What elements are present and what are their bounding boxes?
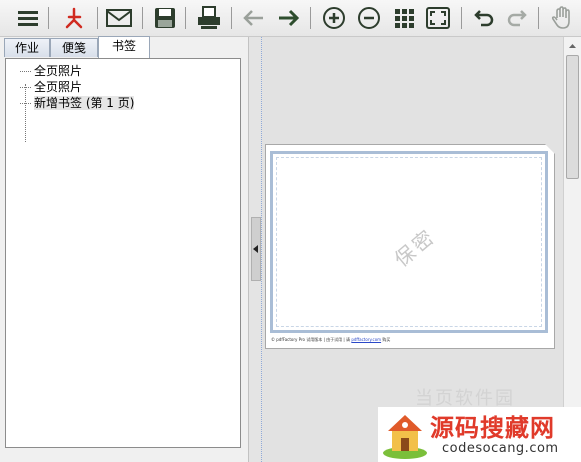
bookmark-tree: 全页照片 全页照片 新增书签 (第 1 页) [5,58,241,448]
footer-text: © pdfFactory Pro 试用版本 | 由于试用 | 请 [271,337,352,342]
footer-tail: 购买 [381,337,391,342]
badge-url: codesocang.com [442,441,559,456]
page-footer: © pdfFactory Pro 试用版本 | 由于试用 | 请 pdffact… [271,337,390,343]
pdf-icon[interactable] [60,4,88,32]
toolbar [0,0,581,37]
save-icon[interactable] [151,4,179,32]
triangle-left-icon [253,245,258,253]
footer-link[interactable]: pdffactory.com [351,337,381,342]
scrollbar-thumb[interactable] [566,55,579,179]
badge-title: 源码搜藏网 [430,414,555,442]
mail-icon[interactable] [105,4,133,32]
tab-jobs[interactable]: 作业 [4,38,50,57]
vertical-scrollbar[interactable] [563,37,581,462]
panel-splitter[interactable] [248,37,262,462]
collapse-panel-button[interactable] [251,217,261,281]
fullscreen-icon[interactable] [424,4,452,32]
tab-bookmarks[interactable]: 书签 [98,36,150,58]
tree-item[interactable]: 新增书签 (第 1 页) [20,95,135,111]
back-arrow-icon[interactable] [240,4,268,32]
zoom-out-icon[interactable] [355,4,383,32]
hand-tool-icon[interactable] [548,4,576,32]
page-frame: 保密 [270,151,548,333]
redo-icon[interactable] [503,4,531,32]
forward-arrow-icon[interactable] [274,4,302,32]
tab-label: 作业 [14,41,39,55]
tree-item[interactable]: 全页照片 [20,79,82,95]
scroll-up-icon[interactable] [564,39,581,53]
tree-item[interactable]: 全页照片 [20,63,82,79]
tree-item-label: 全页照片 [34,64,83,78]
print-icon[interactable] [195,4,223,32]
house-logo-icon [383,415,427,459]
menu-icon[interactable] [14,4,42,32]
document-page[interactable]: 保密 © pdfFactory Pro 试用版本 | 由于试用 | 请 pdff… [265,144,555,349]
tab-label: 书签 [111,39,136,53]
tab-label: 便笺 [61,41,86,55]
left-panel: 作业 便笺 书签 全页照片 全页照片 新增书签 (第 1 页) [0,36,248,462]
undo-icon[interactable] [470,4,498,32]
zoom-in-icon[interactable] [320,4,348,32]
thumbnails-grid-icon[interactable] [390,4,418,32]
tree-item-label: 全页照片 [34,80,83,94]
tree-item-label: 新增书签 (第 1 页) [34,96,135,110]
tab-notes[interactable]: 便笺 [50,38,98,57]
site-badge: 源码搜藏网 codesocang.com [378,407,581,462]
